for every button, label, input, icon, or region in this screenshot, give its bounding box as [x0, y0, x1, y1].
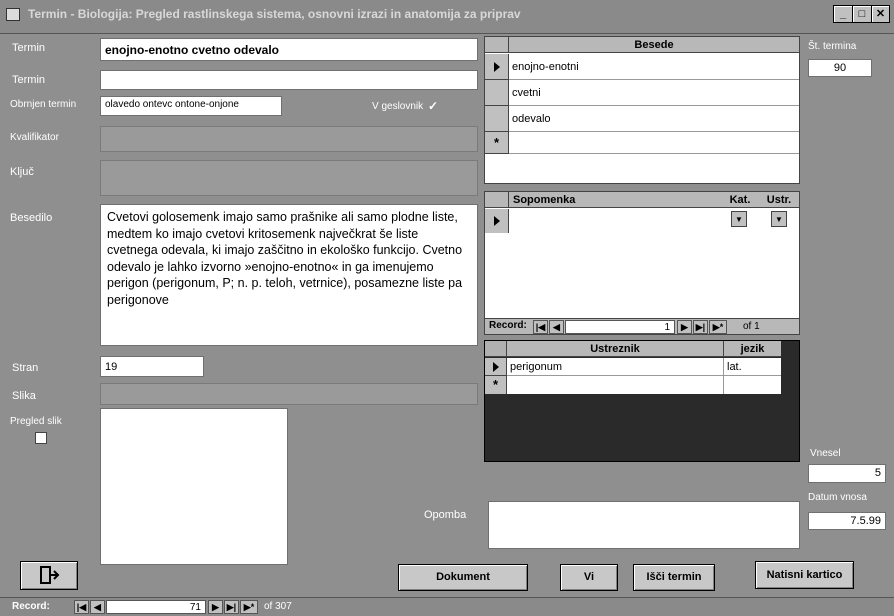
col-ustreznik: Ustreznik	[507, 341, 723, 357]
current-row-arrow-icon	[494, 62, 500, 72]
row-selector[interactable]	[485, 80, 509, 106]
besede-row[interactable]: cvetni	[509, 80, 799, 106]
vnesel-label: Vnesel	[810, 448, 841, 459]
prev-record-icon[interactable]: ◀	[549, 320, 564, 334]
v-geslovnik-label: V geslovnik	[372, 101, 424, 112]
exit-door-icon	[40, 566, 60, 584]
minimize-button[interactable]: _	[833, 5, 853, 23]
termin2-field[interactable]	[100, 70, 478, 90]
st-termina-label: Št. termina	[808, 41, 857, 52]
v-geslovnik-checkbox[interactable]: ✓	[428, 100, 440, 112]
jezik-cell[interactable]: lat.	[723, 358, 781, 376]
first-record-icon[interactable]: |◀	[533, 320, 548, 334]
dokument-button[interactable]: Dokument	[398, 564, 528, 591]
new-record-icon[interactable]: ▶*	[240, 600, 258, 614]
row-selector-current[interactable]	[485, 54, 509, 80]
kat-dropdown-icon[interactable]: ▼	[731, 211, 747, 227]
restore-button[interactable]: □	[852, 5, 872, 23]
ustreznik-grid: Ustreznik jezik perigonum lat. *	[484, 340, 800, 462]
current-row-arrow-icon	[493, 362, 499, 372]
termin-field[interactable]: enojno-enotno cvetno odevalo	[100, 38, 478, 61]
stran-label: Stran	[12, 362, 39, 374]
next-record-icon[interactable]: ▶	[677, 320, 692, 334]
kljuc-field[interactable]	[100, 160, 478, 196]
sub-record-label: Record:	[489, 320, 527, 331]
sopomenke-navigator: Record: |◀ ◀ 1 ▶ ▶| ▶* of 1	[485, 318, 799, 334]
pregled-slik-label: Pregled slik	[10, 416, 62, 427]
picture-box	[100, 408, 288, 565]
stran-field[interactable]: 19	[100, 356, 204, 377]
row-selector-current[interactable]	[485, 209, 509, 233]
app-icon[interactable]	[6, 8, 20, 21]
record-count: of 307	[264, 601, 292, 612]
first-record-icon[interactable]: |◀	[74, 600, 89, 614]
obrnjen-termin-field[interactable]: olavedo ontevc ontone-onjone	[100, 96, 282, 116]
col-ustr: Ustr.	[759, 192, 799, 208]
new-row-icon[interactable]: *	[485, 376, 507, 394]
sopomenke-grid: Sopomenka Kat. Ustr. ▼ ▼ Record: |◀ ◀ 1 …	[484, 191, 800, 335]
exit-button[interactable]	[20, 561, 78, 590]
besede-row[interactable]: enojno-enotni	[509, 54, 799, 80]
kvalifikator-label: Kvalifikator	[10, 132, 59, 143]
ustreznik-new-row[interactable]	[507, 376, 723, 394]
new-row-icon[interactable]: *	[485, 132, 509, 154]
last-record-icon[interactable]: ▶|	[693, 320, 708, 334]
record-number[interactable]: 71	[106, 600, 206, 614]
record-navigator: Record: |◀ ◀ 71 ▶ ▶| ▶* of 307	[0, 597, 894, 616]
record-label: Record:	[12, 601, 50, 612]
row-selector[interactable]	[485, 106, 509, 132]
new-record-icon[interactable]: ▶*	[709, 320, 727, 334]
last-record-icon[interactable]: ▶|	[224, 600, 239, 614]
datum-vnosa-label: Datum vnosa	[808, 492, 867, 503]
title-bar: Termin - Biologija: Pregled rastlinskega…	[0, 0, 894, 34]
st-termina-field[interactable]: 90	[808, 59, 872, 77]
termin2-label: Termin	[12, 74, 46, 86]
row-selector-current[interactable]	[485, 358, 507, 376]
prev-record-icon[interactable]: ◀	[90, 600, 105, 614]
besede-grid: Besede enojno-enotni cvetni odevalo *	[484, 36, 800, 184]
current-row-arrow-icon	[494, 216, 500, 226]
slika-label: Slika	[12, 390, 36, 402]
opomba-label: Opomba	[424, 509, 467, 521]
col-jezik: jezik	[723, 341, 781, 357]
kljuc-label: Ključ	[10, 166, 34, 178]
pregled-slik-checkbox[interactable]	[35, 432, 47, 444]
sub-record-number[interactable]: 1	[565, 320, 675, 334]
isci-termin-button[interactable]: Išči termin	[633, 564, 715, 591]
besede-header: Besede	[509, 37, 799, 53]
kvalifikator-field[interactable]	[100, 126, 478, 152]
besedilo-field[interactable]: Cvetovi golosemenk imajo samo prašnike a…	[100, 204, 478, 346]
vnesel-field[interactable]: 5	[808, 464, 886, 483]
natisni-kartico-button[interactable]: Natisni kartico	[755, 561, 854, 589]
slika-field[interactable]	[100, 383, 478, 405]
opomba-field[interactable]	[488, 501, 800, 549]
ustreznik-cell[interactable]: perigonum	[507, 358, 723, 376]
obrnjen-termin-label: Obrnjen termin	[10, 99, 77, 110]
termin-label: Termin	[12, 42, 46, 54]
window-title: Termin - Biologija: Pregled rastlinskega…	[28, 7, 521, 21]
besede-row[interactable]: odevalo	[509, 106, 799, 132]
col-kat: Kat.	[721, 192, 759, 208]
vi-button[interactable]: Vi	[560, 564, 618, 591]
besedilo-label: Besedilo	[10, 212, 53, 224]
besede-new-row[interactable]	[509, 132, 799, 154]
ustr-dropdown-icon[interactable]: ▼	[771, 211, 787, 227]
sub-record-count: of 1	[743, 321, 760, 332]
jezik-new-cell[interactable]	[723, 376, 781, 394]
datum-vnosa-field[interactable]: 7.5.99	[808, 512, 886, 530]
close-button[interactable]: ✕	[871, 5, 890, 23]
next-record-icon[interactable]: ▶	[208, 600, 223, 614]
col-sopomenka: Sopomenka	[509, 192, 721, 208]
